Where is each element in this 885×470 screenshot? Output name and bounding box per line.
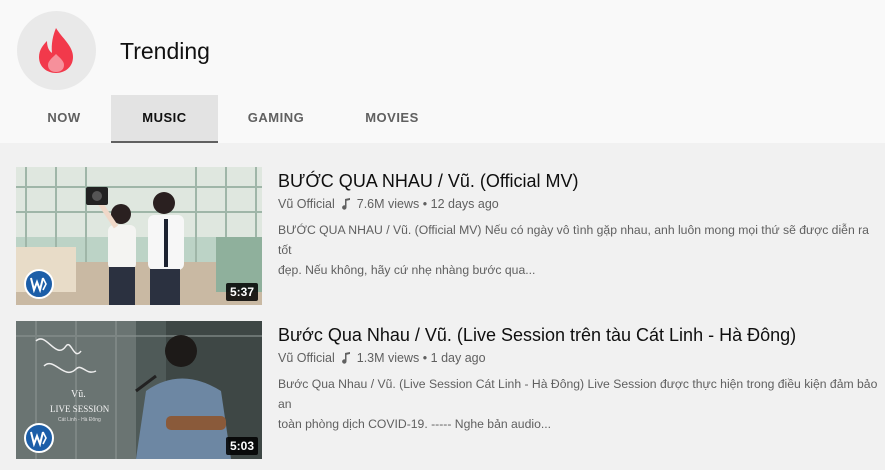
warner-badge [24,269,54,299]
thumb-artist: Vũ. [71,389,86,400]
channel-name[interactable]: Vũ Official [278,351,335,365]
tab-music[interactable]: MUSIC [111,95,218,143]
music-note-icon [341,197,351,215]
page-title: Trending [120,38,210,64]
meta-separator: • [422,351,428,365]
video-item: Vũ. LIVE SESSION Cát Linh - Hà Đông 5:03… [16,321,878,459]
warner-logo-icon [30,277,47,293]
music-note-icon [341,351,351,369]
thumb-session: LIVE SESSION [50,404,110,414]
category-tabs: NOW MUSIC GAMING MOVIES [0,95,885,143]
video-title[interactable]: BƯỚC QUA NHAU / Vũ. (Official MV) [278,169,878,193]
meta-separator: • [422,197,428,211]
video-list: 5:37 BƯỚC QUA NHAU / Vũ. (Official MV) V… [0,143,885,470]
tab-now[interactable]: NOW [17,95,111,143]
video-thumbnail[interactable]: Vũ. LIVE SESSION Cát Linh - Hà Đông 5:03 [16,321,262,459]
thumb-place: Cát Linh - Hà Đông [58,417,101,423]
video-duration: 5:03 [225,437,258,455]
video-description: Bước Qua Nhau / Vũ. (Live Session Cát Li… [278,374,878,434]
video-thumbnail[interactable]: 5:37 [16,167,262,305]
video-meta: Vũ Official 1.3M views • 1 day ago [278,349,878,367]
warner-logo-icon [30,431,47,447]
view-count: 7.6M views [356,197,420,211]
description-line: toàn phòng dịch COVID-19. ----- Nghe bản… [278,417,552,431]
video-info: BƯỚC QUA NHAU / Vũ. (Official MV) Vũ Off… [278,169,878,280]
video-meta: Vũ Official 7.6M views • 12 days ago [278,195,878,213]
video-description: BƯỚC QUA NHAU / Vũ. (Official MV) Nếu có… [278,220,878,280]
view-count: 1.3M views [356,351,420,365]
tab-movies[interactable]: MOVIES [334,95,450,143]
description-line: đẹp. Nếu không, hãy cứ nhẹ nhàng bước qu… [278,263,536,277]
tab-gaming[interactable]: GAMING [218,95,334,143]
video-title[interactable]: Bước Qua Nhau / Vũ. (Live Session trên t… [278,323,878,347]
flame-icon [39,28,73,73]
description-line: BƯỚC QUA NHAU / Vũ. (Official MV) Nếu có… [278,223,869,257]
upload-age: 1 day ago [430,351,486,365]
trending-logo [17,11,96,90]
upload-age: 12 days ago [430,197,499,211]
video-info: Bước Qua Nhau / Vũ. (Live Session trên t… [278,323,878,434]
video-duration: 5:37 [225,283,258,301]
page-header: Trending NOW MUSIC GAMING MOVIES [0,0,885,143]
video-item: 5:37 BƯỚC QUA NHAU / Vũ. (Official MV) V… [16,167,876,305]
warner-badge [24,423,54,453]
description-line: Bước Qua Nhau / Vũ. (Live Session Cát Li… [278,377,878,411]
channel-name[interactable]: Vũ Official [278,197,335,211]
